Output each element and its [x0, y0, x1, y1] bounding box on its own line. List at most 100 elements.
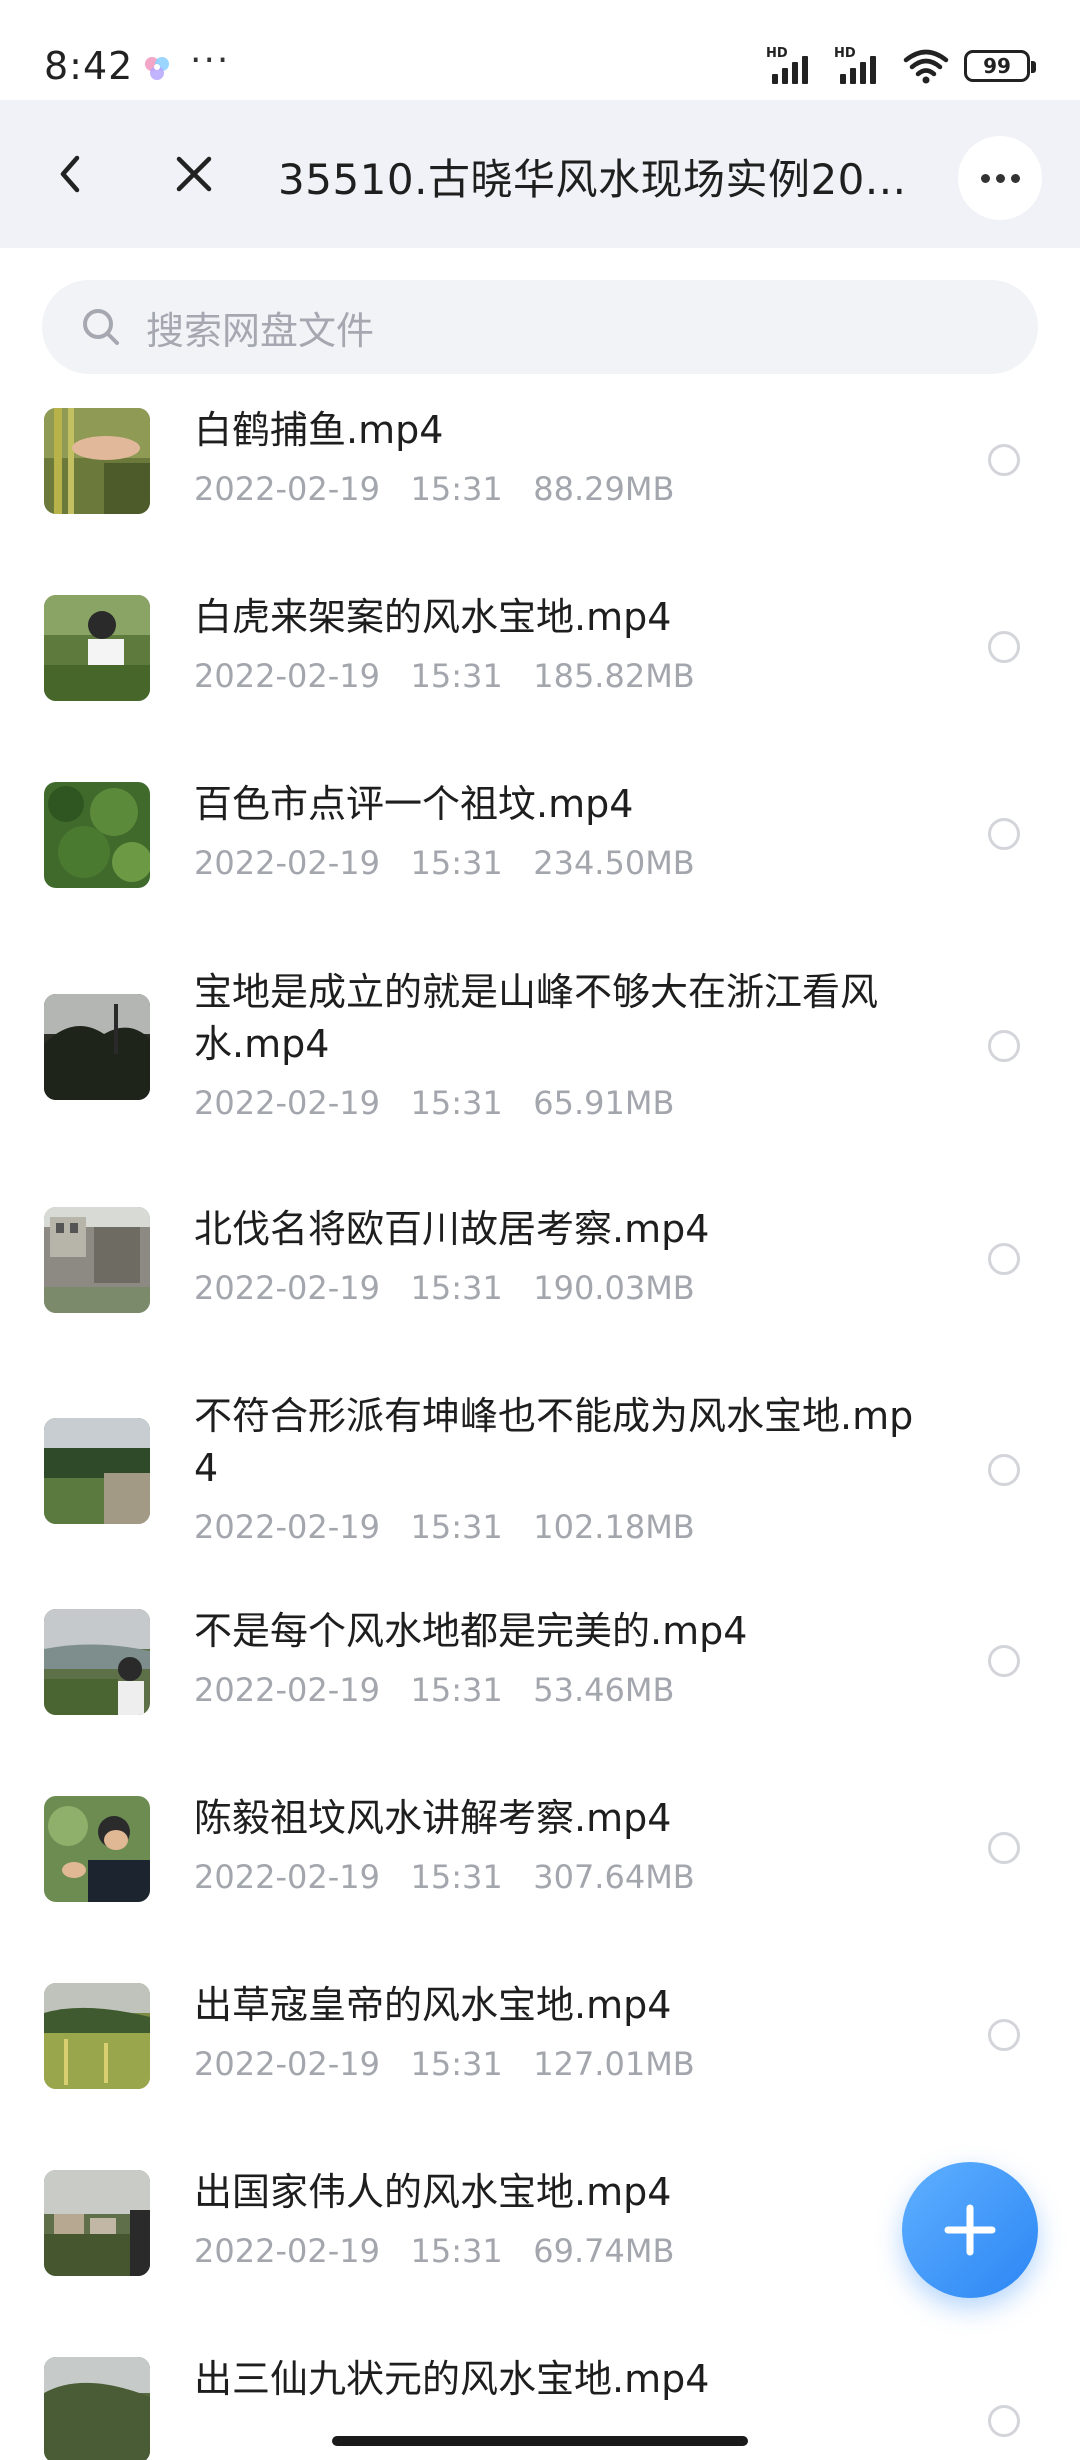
video-thumbnail [44, 595, 150, 701]
file-name: 出草寇皇帝的风水宝地.mp4 [194, 1983, 672, 2027]
file-name: 百色市点评一个祖坟.mp4 [194, 782, 634, 826]
file-name: 北伐名将欧百川故居考察.mp4 [194, 1207, 710, 1251]
more-options-button[interactable] [958, 136, 1042, 220]
file-date: 2022-02-19 [194, 657, 380, 695]
file-meta: 2022-02-19 15:31 69.74MB [194, 2232, 674, 2270]
list-item[interactable]: 白虎来架案的风水宝地.mp4 2022-02-19 15:31 185.82MB [0, 587, 1080, 727]
wifi-icon [903, 49, 949, 84]
select-checkbox[interactable] [988, 1832, 1020, 1864]
video-thumbnail [44, 1207, 150, 1313]
file-time: 15:31 [410, 2232, 503, 2270]
page-title: 35510.古晓华风水现场实例20... [278, 155, 907, 204]
file-name: 白鹤捕鱼.mp4 [194, 408, 444, 452]
file-date: 2022-02-19 [194, 1671, 380, 1709]
file-meta: 2022-02-19 15:31 185.82MB [194, 657, 695, 695]
file-name: 白虎来架案的风水宝地.mp4 [194, 595, 672, 639]
file-meta: 2022-02-19 15:31 65.91MB [194, 1084, 674, 1122]
file-date: 2022-02-19 [194, 1858, 380, 1896]
file-time: 15:31 [410, 1269, 503, 1307]
file-meta: 2022-02-19 15:31 234.50MB [194, 844, 695, 882]
file-meta: 2022-02-19 15:31 53.46MB [194, 1671, 674, 1709]
file-meta: 2022-02-19 15:31 307.64MB [194, 1858, 695, 1896]
video-thumbnail [44, 994, 150, 1100]
file-size: 88.29MB [533, 470, 675, 508]
battery-icon: 99 [964, 50, 1036, 82]
file-meta: 2022-02-19 15:31 88.29MB [194, 470, 674, 508]
file-name: 不符合形派有坤峰也不能成为风水宝地.mp4 [194, 1394, 914, 1490]
select-checkbox[interactable] [988, 2019, 1020, 2051]
file-time: 15:31 [410, 470, 503, 508]
file-date: 2022-02-19 [194, 2232, 380, 2270]
file-meta: 2022-02-19 15:31 102.18MB [194, 1508, 695, 1546]
select-checkbox[interactable] [988, 1645, 1020, 1677]
back-button[interactable] [40, 144, 100, 204]
list-item[interactable]: 不是每个风水地都是完美的.mp4 2022-02-19 15:31 53.46M… [0, 1601, 1080, 1741]
file-time: 15:31 [410, 1084, 503, 1122]
search-placeholder: 搜索网盘文件 [146, 308, 375, 353]
list-item[interactable]: 北伐名将欧百川故居考察.mp4 2022-02-19 15:31 190.03M… [0, 1199, 1080, 1339]
home-indicator[interactable] [332, 2436, 748, 2446]
file-name: 出国家伟人的风水宝地.mp4 [194, 2170, 672, 2214]
signal-icon: HD [834, 46, 888, 86]
select-checkbox[interactable] [988, 1454, 1020, 1486]
file-time: 15:31 [410, 1508, 503, 1546]
file-date: 2022-02-19 [194, 1508, 380, 1546]
list-item[interactable]: 陈毅祖坟风水讲解考察.mp4 2022-02-19 15:31 307.64MB [0, 1788, 1080, 1928]
video-thumbnail [44, 782, 150, 888]
file-date: 2022-02-19 [194, 1269, 380, 1307]
add-button[interactable] [902, 2162, 1038, 2298]
file-date: 2022-02-19 [194, 844, 380, 882]
signal-icon: HD [766, 46, 820, 86]
file-time: 15:31 [410, 1671, 503, 1709]
list-item[interactable]: 出草寇皇帝的风水宝地.mp4 2022-02-19 15:31 127.01MB [0, 1975, 1080, 2115]
app-notification-icon [145, 57, 169, 80]
file-size: 102.18MB [533, 1508, 695, 1546]
file-meta: 2022-02-19 15:31 127.01MB [194, 2045, 695, 2083]
file-size: 69.74MB [533, 2232, 675, 2270]
file-name: 出三仙九状元的风水宝地.mp4 [194, 2357, 710, 2401]
file-size: 185.82MB [533, 657, 695, 695]
chevron-left-icon [60, 155, 80, 193]
file-size: 307.64MB [533, 1858, 695, 1896]
file-meta: 2022-02-19 15:31 190.03MB [194, 1269, 695, 1307]
file-date: 2022-02-19 [194, 1084, 380, 1122]
file-time: 15:31 [410, 844, 503, 882]
list-item[interactable]: 宝地是成立的就是山峰不够大在浙江看风水.mp4 2022-02-19 15:31… [0, 962, 1080, 1152]
video-thumbnail [44, 2357, 150, 2460]
search-icon [83, 309, 119, 345]
video-thumbnail [44, 1609, 150, 1715]
select-checkbox[interactable] [988, 444, 1020, 476]
list-item[interactable]: 白鹤捕鱼.mp4 2022-02-19 15:31 88.29MB [0, 400, 1080, 540]
file-name: 宝地是成立的就是山峰不够大在浙江看风水.mp4 [194, 970, 879, 1066]
file-time: 15:31 [410, 2045, 503, 2083]
plus-icon [944, 2204, 996, 2256]
select-checkbox[interactable] [988, 1030, 1020, 1062]
file-date: 2022-02-19 [194, 470, 380, 508]
select-checkbox[interactable] [988, 818, 1020, 850]
search-input[interactable]: 搜索网盘文件 [42, 280, 1038, 374]
select-checkbox[interactable] [988, 2405, 1020, 2437]
select-checkbox[interactable] [988, 1243, 1020, 1275]
list-item[interactable]: 百色市点评一个祖坟.mp4 2022-02-19 15:31 234.50MB [0, 774, 1080, 914]
file-size: 53.46MB [533, 1671, 675, 1709]
close-button[interactable] [160, 144, 228, 204]
battery-level: 99 [983, 54, 1011, 78]
select-checkbox[interactable] [988, 631, 1020, 663]
file-size: 234.50MB [533, 844, 695, 882]
file-size: 127.01MB [533, 2045, 695, 2083]
list-item[interactable]: 不符合形派有坤峰也不能成为风水宝地.mp4 2022-02-19 15:31 1… [0, 1386, 1080, 1576]
status-bar: 8:42 ··· HD HD 99 [0, 0, 1080, 100]
file-time: 15:31 [410, 1858, 503, 1896]
file-size: 190.03MB [533, 1269, 695, 1307]
header: 35510.古晓华风水现场实例20... [0, 100, 1080, 248]
status-time: 8:42 [44, 44, 134, 88]
more-horizontal-icon [980, 173, 990, 183]
status-indicators: HD HD 99 [766, 46, 1036, 86]
video-thumbnail [44, 2170, 150, 2276]
file-date: 2022-02-19 [194, 2045, 380, 2083]
video-thumbnail [44, 1418, 150, 1524]
status-more-dots: ··· [190, 40, 231, 81]
video-thumbnail [44, 1983, 150, 2089]
video-thumbnail [44, 1796, 150, 1902]
file-name: 陈毅祖坟风水讲解考察.mp4 [194, 1796, 672, 1840]
